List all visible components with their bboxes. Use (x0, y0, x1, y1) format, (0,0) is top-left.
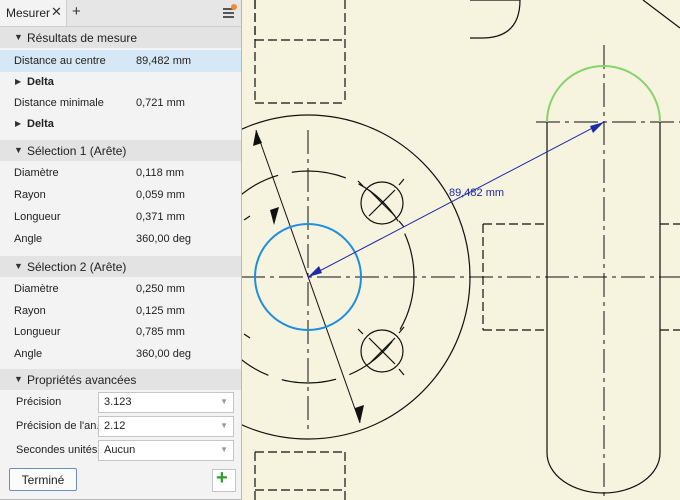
row-value: 360,00 deg (136, 348, 192, 360)
tab-measure[interactable]: Mesurer ✕ (0, 0, 67, 26)
chevron-down-icon: ▼ (220, 397, 228, 406)
section-title: Résultats de mesure (27, 31, 138, 45)
tick (243, 333, 251, 339)
row-label: Distance minimale (14, 97, 104, 109)
row-label: Distance au centre (14, 55, 106, 67)
expand-arrow-icon[interactable]: ▶ (15, 77, 21, 86)
row-label: Rayon (14, 189, 46, 201)
tab-bar: Mesurer ✕ + (0, 0, 241, 27)
chevron-down-icon: ▼ (220, 445, 228, 454)
chevron-down-icon: ▼ (220, 421, 228, 430)
row-value: 89,482 mm (136, 55, 192, 67)
tick (398, 220, 405, 228)
measure-label: 89,482 mm (449, 187, 504, 199)
selected-value: Aucun (104, 444, 136, 456)
add-tab-icon[interactable]: + (72, 3, 81, 20)
tick (243, 215, 251, 221)
section-results[interactable]: ▼ Résultats de mesure (0, 27, 241, 48)
row-value: 0,059 mm (136, 189, 185, 201)
row-label: Diamètre (14, 283, 59, 295)
row-value: 0,118 mm (136, 167, 185, 179)
result-center-distance[interactable]: Distance au centre 89,482 mm (0, 50, 241, 72)
result-delta-expander[interactable]: ▶ Delta (0, 71, 241, 93)
collapse-arrow-icon[interactable]: ▼ (14, 145, 23, 155)
collapse-arrow-icon[interactable]: ▼ (14, 32, 23, 42)
measure-arrow-start (308, 266, 322, 277)
secondary-units-dropdown[interactable]: Aucun ▼ (98, 440, 234, 461)
sel1-angle: Angle 360,00 deg (0, 228, 241, 250)
section-selection-1[interactable]: ▼ Sélection 1 (Arête) (0, 140, 241, 161)
sel2-diameter: Diamètre 0,250 mm (0, 278, 241, 300)
expand-arrow-icon[interactable]: ▶ (15, 119, 21, 128)
plus-icon: + (216, 467, 228, 489)
measure-arrow-end (590, 122, 604, 133)
top-lug-outline (470, 0, 521, 39)
row-label: Longueur (14, 326, 61, 338)
selected-value: 2.12 (104, 420, 126, 432)
tick (357, 328, 364, 335)
collapse-arrow-icon[interactable]: ▼ (14, 374, 23, 384)
result-min-distance[interactable]: Distance minimale 0,721 mm (0, 92, 241, 114)
collapse-arrow-icon[interactable]: ▼ (14, 261, 23, 271)
result-delta2-expander[interactable]: ▶ Delta (0, 113, 241, 135)
row-value: 0,250 mm (136, 283, 185, 295)
tick (398, 368, 405, 376)
row-value: 0,785 mm (136, 326, 185, 338)
row-label: Rayon (14, 305, 46, 317)
angle-precision-dropdown[interactable]: 2.12 ▼ (98, 416, 234, 437)
row-value: 0,721 mm (136, 97, 185, 109)
section-title: Sélection 2 (Arête) (27, 260, 127, 274)
done-button[interactable]: Terminé (9, 468, 77, 491)
selected-value: 3.123 (104, 396, 132, 408)
section-selection-2[interactable]: ▼ Sélection 2 (Arête) (0, 256, 241, 277)
measure-line (307, 121, 605, 278)
tab-label: Mesurer (6, 6, 51, 20)
measure-dimension: 89,482 mm (307, 121, 605, 278)
sel2-angle: Angle 360,00 deg (0, 343, 241, 365)
arrowhead (270, 207, 279, 225)
sel1-diameter: Diamètre 0,118 mm (0, 162, 241, 184)
row-label: Delta (27, 76, 54, 88)
row-value: 360,00 deg (136, 233, 192, 245)
top-right-edge (642, 0, 680, 29)
section-advanced[interactable]: ▼ Propriétés avancées (0, 369, 241, 390)
sel1-radius: Rayon 0,059 mm (0, 184, 241, 206)
row-value: 0,371 mm (136, 211, 185, 223)
angle-precision-label: Précision de l'an... (16, 420, 106, 432)
secondary-units-label: Secondes unités (16, 444, 98, 456)
measure-panel: Mesurer ✕ + ▼ Résultats de mesure Distan… (0, 0, 242, 500)
tick (398, 178, 405, 186)
close-icon[interactable]: ✕ (51, 4, 62, 20)
section-title: Propriétés avancées (27, 373, 137, 387)
sel2-length: Longueur 0,785 mm (0, 321, 241, 343)
precision-label: Précision (16, 396, 62, 408)
row-label: Longueur (14, 211, 61, 223)
sel1-length: Longueur 0,371 mm (0, 206, 241, 228)
row-label: Diamètre (14, 167, 59, 179)
precision-dropdown[interactable]: 3.123 ▼ (98, 392, 234, 413)
add-measure-button[interactable]: + (212, 467, 236, 492)
row-label: Angle (14, 233, 43, 245)
section-title: Sélection 1 (Arête) (27, 144, 127, 158)
row-label: Delta (27, 118, 54, 130)
sel2-radius: Rayon 0,125 mm (0, 300, 241, 322)
notification-dot (231, 4, 237, 10)
row-value: 0,125 mm (136, 305, 185, 317)
row-label: Angle (14, 348, 43, 360)
